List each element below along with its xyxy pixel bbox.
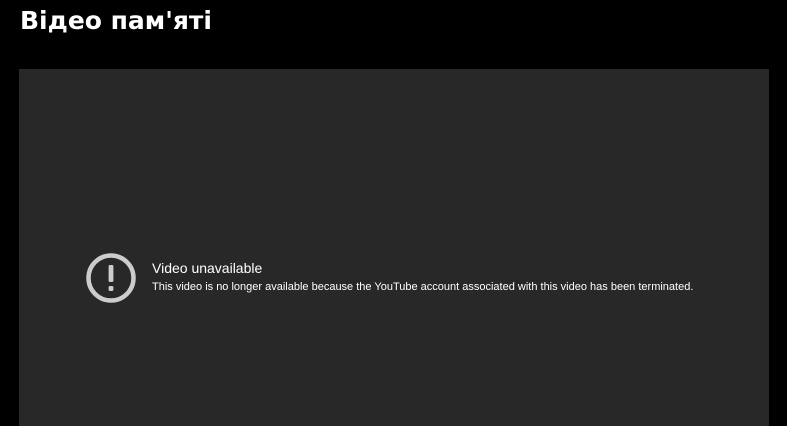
video-player[interactable]: Video unavailable This video is no longe… bbox=[19, 69, 769, 426]
video-error-message: Video unavailable This video is no longe… bbox=[85, 252, 693, 304]
page: Відео пам'яті Video unavailable This vid… bbox=[0, 0, 787, 426]
exclamation-circle-icon bbox=[86, 253, 136, 303]
error-text: Video unavailable This video is no longe… bbox=[152, 259, 693, 294]
error-description: This video is no longer available becaus… bbox=[152, 281, 694, 293]
error-title: Video unavailable bbox=[152, 260, 263, 276]
page-title: Відео пам'яті bbox=[20, 6, 212, 35]
